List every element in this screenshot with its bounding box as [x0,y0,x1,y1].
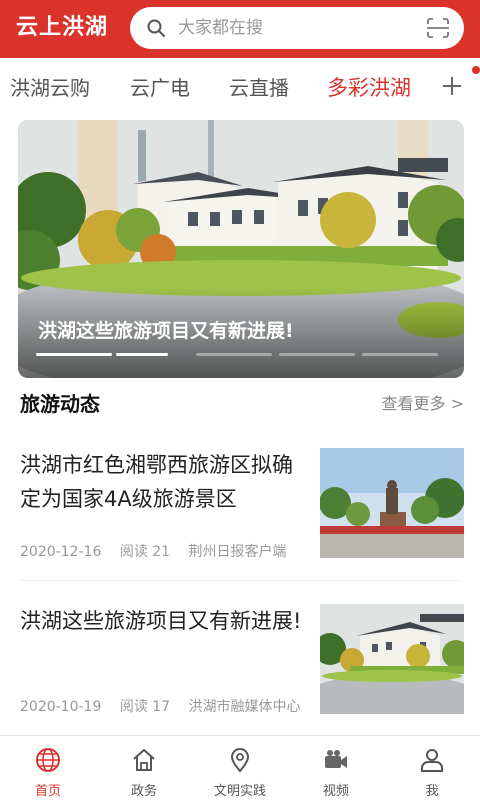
notification-dot [472,66,480,74]
nav-government[interactable]: 政务 [96,736,192,800]
home-icon [133,749,155,771]
nav-civilization-practice[interactable]: 文明实践 [192,736,288,800]
carousel-dot[interactable] [279,353,355,356]
top-header: 云上洪湖 大家都在搜 [0,0,480,58]
location-pin-icon [230,748,250,773]
tab-duocai-honghu[interactable]: 多彩洪湖 [327,58,411,118]
article-source: 洪湖市融媒体中心 [188,699,301,715]
nav-label: 政务 [130,784,157,799]
divider [20,580,462,581]
carousel-dot[interactable] [362,353,438,356]
search-icon [147,19,165,37]
search-placeholder: 大家都在搜 [178,18,263,38]
tab-yun-guangdian[interactable]: 云广电 [130,58,190,118]
article-meta: 2020-10-19 阅读 17 洪湖市融媒体中心 [20,696,315,716]
globe-icon [36,748,60,772]
news-list-item[interactable]: 洪湖市红色湘鄂西旅游区拟确定为国家4A级旅游景区 2020-12-16 阅读 2… [0,448,480,598]
channel-tabs: 洪湖云购 云广电 云直播 多彩洪湖 [0,58,480,118]
article-title: 洪湖市红色湘鄂西旅游区拟确定为国家4A级旅游景区 [20,453,293,511]
app-logo: 云上洪湖 [16,15,109,40]
bottom-navigation: 首页 政务 文明实践 视频 我 [0,735,480,800]
article-meta: 2020-12-16 阅读 21 荆州日报客户端 [20,541,301,561]
carousel-dot[interactable] [36,353,112,356]
nav-label: 视频 [322,784,349,799]
scan-icon[interactable] [426,17,450,39]
article-date: 2020-12-16 [20,544,102,560]
carousel-dot[interactable] [116,353,168,356]
article-thumbnail [320,448,464,558]
plus-icon[interactable] [440,74,464,98]
nav-label: 首页 [34,784,61,799]
nav-label: 文明实践 [213,784,266,799]
article-reads: 阅读 21 [119,544,171,560]
article-reads: 阅读 17 [119,699,171,715]
user-icon [421,749,443,772]
nav-me[interactable]: 我 [384,736,480,800]
news-list-item[interactable]: 洪湖这些旅游项目又有新进展! 2020-10-19 阅读 17 洪湖市融媒体中心 [0,604,480,754]
nav-video[interactable]: 视频 [288,736,384,800]
banner-caption: 洪湖这些旅游项目又有新进展! [38,320,294,342]
nav-home[interactable]: 首页 [0,736,96,800]
article-date: 2020-10-19 [20,699,102,715]
banner-carousel[interactable]: 洪湖这些旅游项目又有新进展! [18,120,464,378]
section-title: 旅游动态 [20,392,100,416]
nav-label: 我 [425,784,439,799]
article-title: 洪湖这些旅游项目又有新进展! [20,609,302,633]
carousel-dot[interactable] [196,353,272,356]
view-more-link[interactable]: 查看更多 > [382,392,465,416]
article-thumbnail [320,604,464,714]
search-bar[interactable]: 大家都在搜 [130,7,464,49]
video-camera-icon [325,750,347,768]
tab-hongbu-yungou[interactable]: 洪湖云购 [10,58,90,118]
article-source: 荆州日报客户端 [188,544,287,560]
tab-yun-zhibo[interactable]: 云直播 [229,58,289,118]
carousel-indicators [36,353,446,356]
